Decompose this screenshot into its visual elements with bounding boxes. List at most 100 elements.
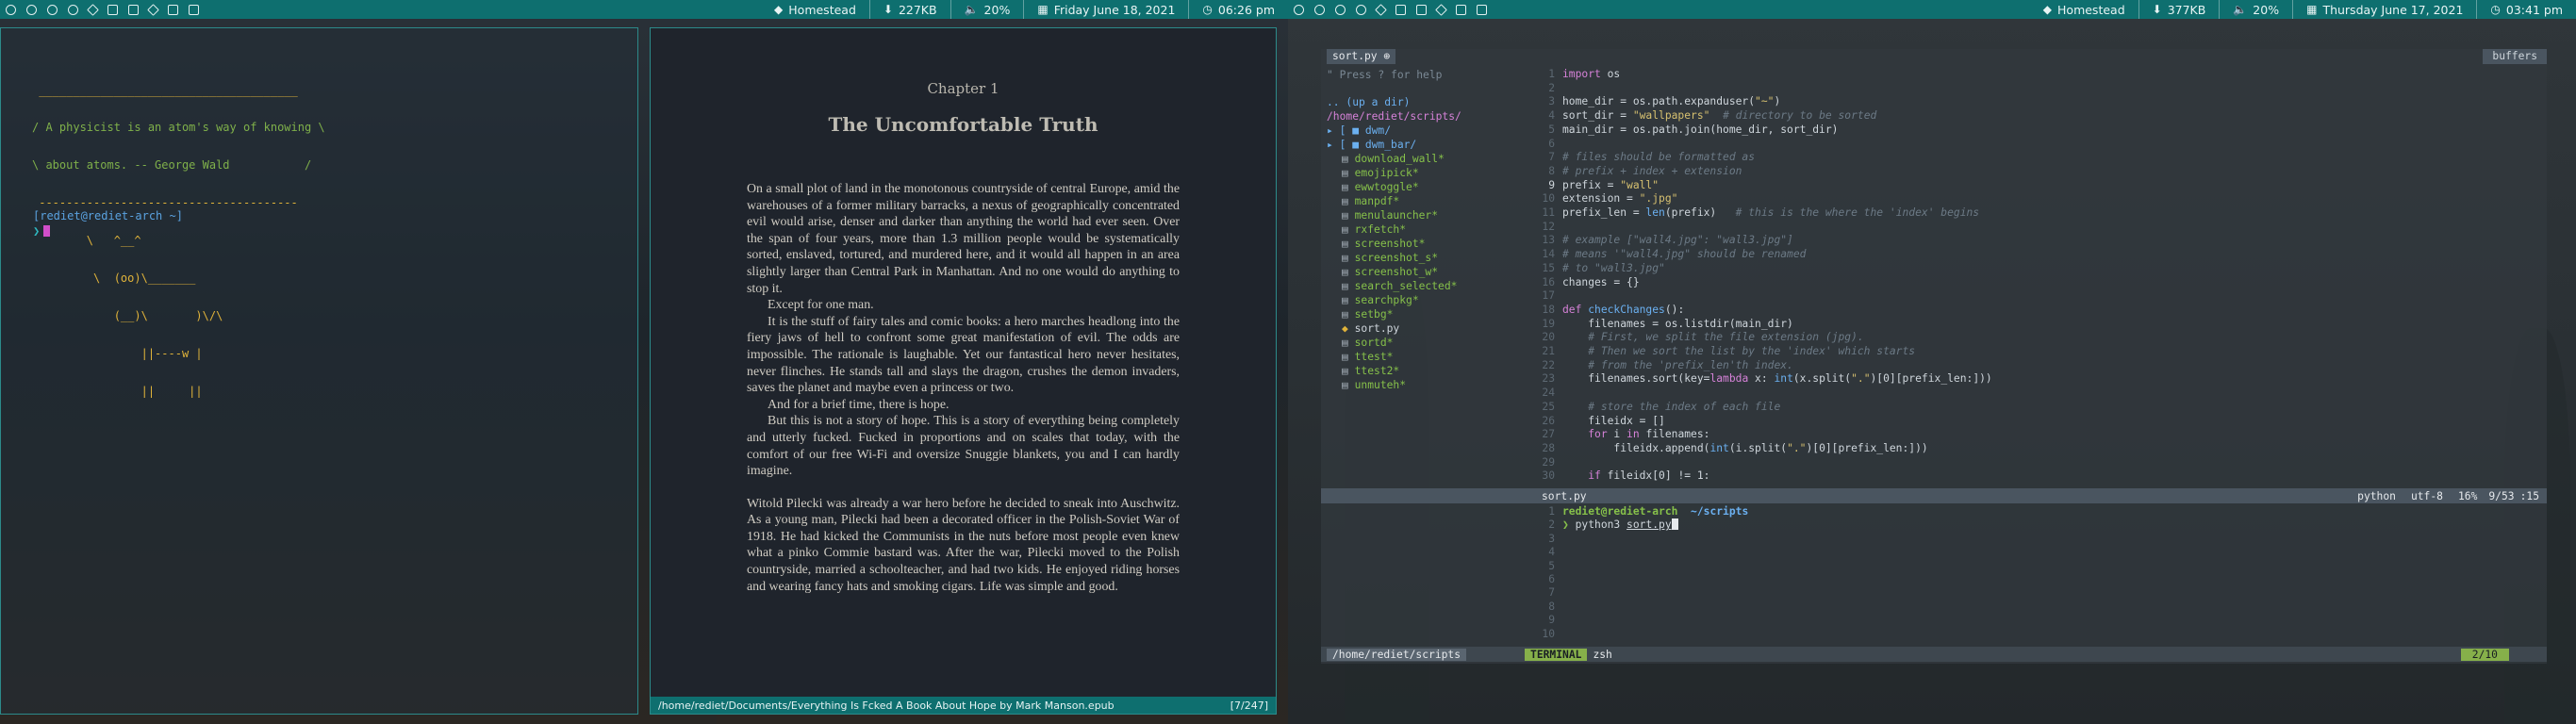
workspace-2-icon[interactable] bbox=[1314, 4, 1325, 15]
volume-icon: 🔈 bbox=[964, 3, 979, 16]
tree-file[interactable]: ▤ search_selected* bbox=[1342, 279, 1457, 293]
workspace-1-icon[interactable] bbox=[1294, 4, 1304, 15]
file-icon: ◆ bbox=[1342, 322, 1355, 335]
line-number: 2 bbox=[1548, 518, 1555, 532]
workspace-6-icon[interactable] bbox=[1395, 4, 1406, 15]
download-status: ⬇ 377KB bbox=[2138, 0, 2220, 19]
embedded-terminal[interactable]: 1 2 3 4 5 6 7 8 9 10 rediet@rediet-arch ~/scripts ❯… bbox=[1536, 503, 2547, 645]
file-tree[interactable]: " Press ? for help .. (up a dir) /home/r… bbox=[1321, 68, 1534, 634]
workspace-4-icon[interactable] bbox=[1356, 4, 1366, 15]
line-number: 4 bbox=[1548, 546, 1555, 559]
workspace-3-icon[interactable] bbox=[47, 4, 58, 15]
tree-file[interactable]: ▤ unmuteh* bbox=[1342, 378, 1406, 392]
workspace-1-icon[interactable] bbox=[6, 4, 16, 15]
tree-file[interactable]: ▤ screenshot* bbox=[1342, 237, 1425, 251]
tree-file[interactable]: ▤ screenshot_w* bbox=[1342, 265, 1438, 279]
code-line: # from the 'prefix_len'th index. bbox=[1588, 358, 1793, 371]
code-line: sort_dir = "wallpapers" # directory to b… bbox=[1562, 109, 1877, 123]
workspace-2-icon[interactable] bbox=[26, 4, 37, 15]
neovim-window[interactable]: sort.py ⊕ buffers " Press ? for help .. … bbox=[1321, 49, 2547, 664]
line-number: 16 bbox=[1542, 275, 1555, 288]
time-label: 03:41 pm bbox=[2505, 2, 2563, 17]
code-line: # prefix + index + extension bbox=[1562, 164, 1742, 177]
layout-icon[interactable] bbox=[1477, 4, 1487, 15]
tree-file[interactable]: ▤ screenshot_s* bbox=[1342, 251, 1438, 265]
line-number: 5 bbox=[1548, 123, 1555, 136]
file-icon: ▤ bbox=[1342, 266, 1355, 278]
line-number: 14 bbox=[1542, 248, 1555, 261]
editor-statusline: sort.py python utf-8 16% 9/53 :15 bbox=[1321, 488, 2547, 503]
workspace-icons bbox=[0, 3, 199, 16]
volume-label: 20% bbox=[2253, 2, 2280, 17]
term-command-line[interactable]: ❯ python3 sort.py bbox=[1562, 518, 1678, 533]
input-line[interactable]: ❯ bbox=[33, 224, 51, 238]
file-path: /home/rediet/Documents/Everything Is Fck… bbox=[658, 699, 1115, 712]
line-number: 11 bbox=[1542, 206, 1555, 219]
line-number: 26 bbox=[1542, 414, 1555, 427]
file-icon: ▤ bbox=[1342, 153, 1355, 165]
line-number: 24 bbox=[1542, 387, 1555, 400]
tree-file[interactable]: ▤ manpdf* bbox=[1342, 194, 1399, 208]
tree-file[interactable]: ▤ sortd* bbox=[1342, 336, 1393, 350]
volume-status[interactable]: 🔈 20% bbox=[949, 0, 1024, 19]
tree-dir-label: dwm_bar/ bbox=[1364, 139, 1417, 151]
tree-file-label: rxfetch* bbox=[1354, 223, 1407, 236]
terminal-statusline: /home/rediet/scripts TERMINAL zsh 2/10 bbox=[1321, 647, 2547, 662]
line-number: 7 bbox=[1548, 151, 1555, 164]
tree-file-label: emojipick* bbox=[1354, 167, 1419, 179]
buffers-label[interactable]: buffers bbox=[2483, 49, 2547, 64]
ebook-reader-window[interactable]: Chapter 1 The Uncomfortable Truth On a s… bbox=[650, 27, 1277, 715]
tree-file[interactable]: ▤ ttest2* bbox=[1342, 364, 1399, 378]
status-cwd: /home/rediet/scripts bbox=[1327, 648, 1467, 661]
workspace-7-icon[interactable] bbox=[1416, 4, 1427, 15]
tree-file[interactable]: ▤ menulauncher* bbox=[1342, 208, 1438, 222]
status-term-position: 2/10 bbox=[2460, 648, 2509, 661]
file-icon: ▤ bbox=[1342, 209, 1355, 222]
tree-file[interactable]: ▤ ewwtoggle* bbox=[1342, 180, 1419, 194]
book-text: On a small plot of land in the monotonou… bbox=[747, 181, 1180, 595]
tree-file-label: unmuteh* bbox=[1354, 379, 1407, 391]
time-label: 06:26 pm bbox=[1217, 2, 1275, 17]
workspace-6-icon[interactable] bbox=[107, 4, 118, 15]
code-line: prefix_len = len(prefix) # this is the w… bbox=[1562, 206, 1980, 219]
file-icon: ▤ bbox=[1342, 351, 1355, 363]
tree-dir[interactable]: ▸ [ ■ dwm/ bbox=[1327, 123, 1391, 138]
code-line: filenames.sort(key=lambda x: int(x.split… bbox=[1562, 372, 1992, 386]
tree-file[interactable]: ▤ download_wall* bbox=[1342, 152, 1445, 166]
tree-file[interactable]: ◆ sort.py bbox=[1342, 321, 1399, 336]
workspace-7-icon[interactable] bbox=[128, 4, 139, 15]
network-status[interactable]: ◆ Homestead bbox=[2030, 0, 2138, 19]
file-icon: ▤ bbox=[1342, 280, 1355, 292]
network-status[interactable]: ◆ Homestead bbox=[761, 0, 869, 19]
tree-file[interactable]: ▤ searchpkg* bbox=[1342, 293, 1419, 307]
layout-icon[interactable] bbox=[189, 4, 199, 15]
workspace-4-icon[interactable] bbox=[68, 4, 78, 15]
code-editor[interactable]: 1 import os 2 3 home_dir = os.path.expanduse… bbox=[1536, 68, 2547, 483]
download-icon: ⬇ bbox=[883, 3, 893, 16]
tab-label: sort.py bbox=[1332, 50, 1378, 62]
tree-file[interactable]: ▤ setbg* bbox=[1342, 307, 1393, 321]
workspace-3-icon[interactable] bbox=[1335, 4, 1346, 15]
tree-dir[interactable]: ▸ [ ■ dwm_bar/ bbox=[1327, 138, 1416, 152]
page-indicator: [7/247] bbox=[1230, 699, 1268, 712]
tree-file[interactable]: ▤ ttest* bbox=[1342, 350, 1393, 364]
workspace-5-icon[interactable] bbox=[1375, 3, 1387, 16]
line-number: 5 bbox=[1548, 559, 1555, 572]
line-number: 23 bbox=[1542, 372, 1555, 386]
terminal-window[interactable]: ______________________________________ /… bbox=[0, 27, 638, 715]
workspace-9-icon[interactable] bbox=[1456, 4, 1466, 15]
workspace-5-icon[interactable] bbox=[87, 3, 99, 16]
tree-up-dir[interactable]: .. (up a dir) bbox=[1327, 95, 1410, 109]
tree-file[interactable]: ▤ emojipick* bbox=[1342, 166, 1419, 180]
file-icon: ▤ bbox=[1342, 223, 1355, 236]
tree-file[interactable]: ▤ rxfetch* bbox=[1342, 222, 1406, 237]
volume-status[interactable]: 🔈 20% bbox=[2219, 0, 2292, 19]
line-number: 6 bbox=[1548, 137, 1555, 150]
workspace-8-icon[interactable] bbox=[147, 3, 159, 16]
workspace-9-icon[interactable] bbox=[168, 4, 178, 15]
term-command: python3 bbox=[1575, 518, 1621, 532]
tab-sort-py[interactable]: sort.py ⊕ bbox=[1327, 49, 1396, 64]
term-argument: sort.py bbox=[1627, 518, 1672, 532]
workspace-8-icon[interactable] bbox=[1435, 3, 1447, 16]
code-line: fileidx.append(int(i.split(".")[0][prefi… bbox=[1562, 441, 1928, 454]
